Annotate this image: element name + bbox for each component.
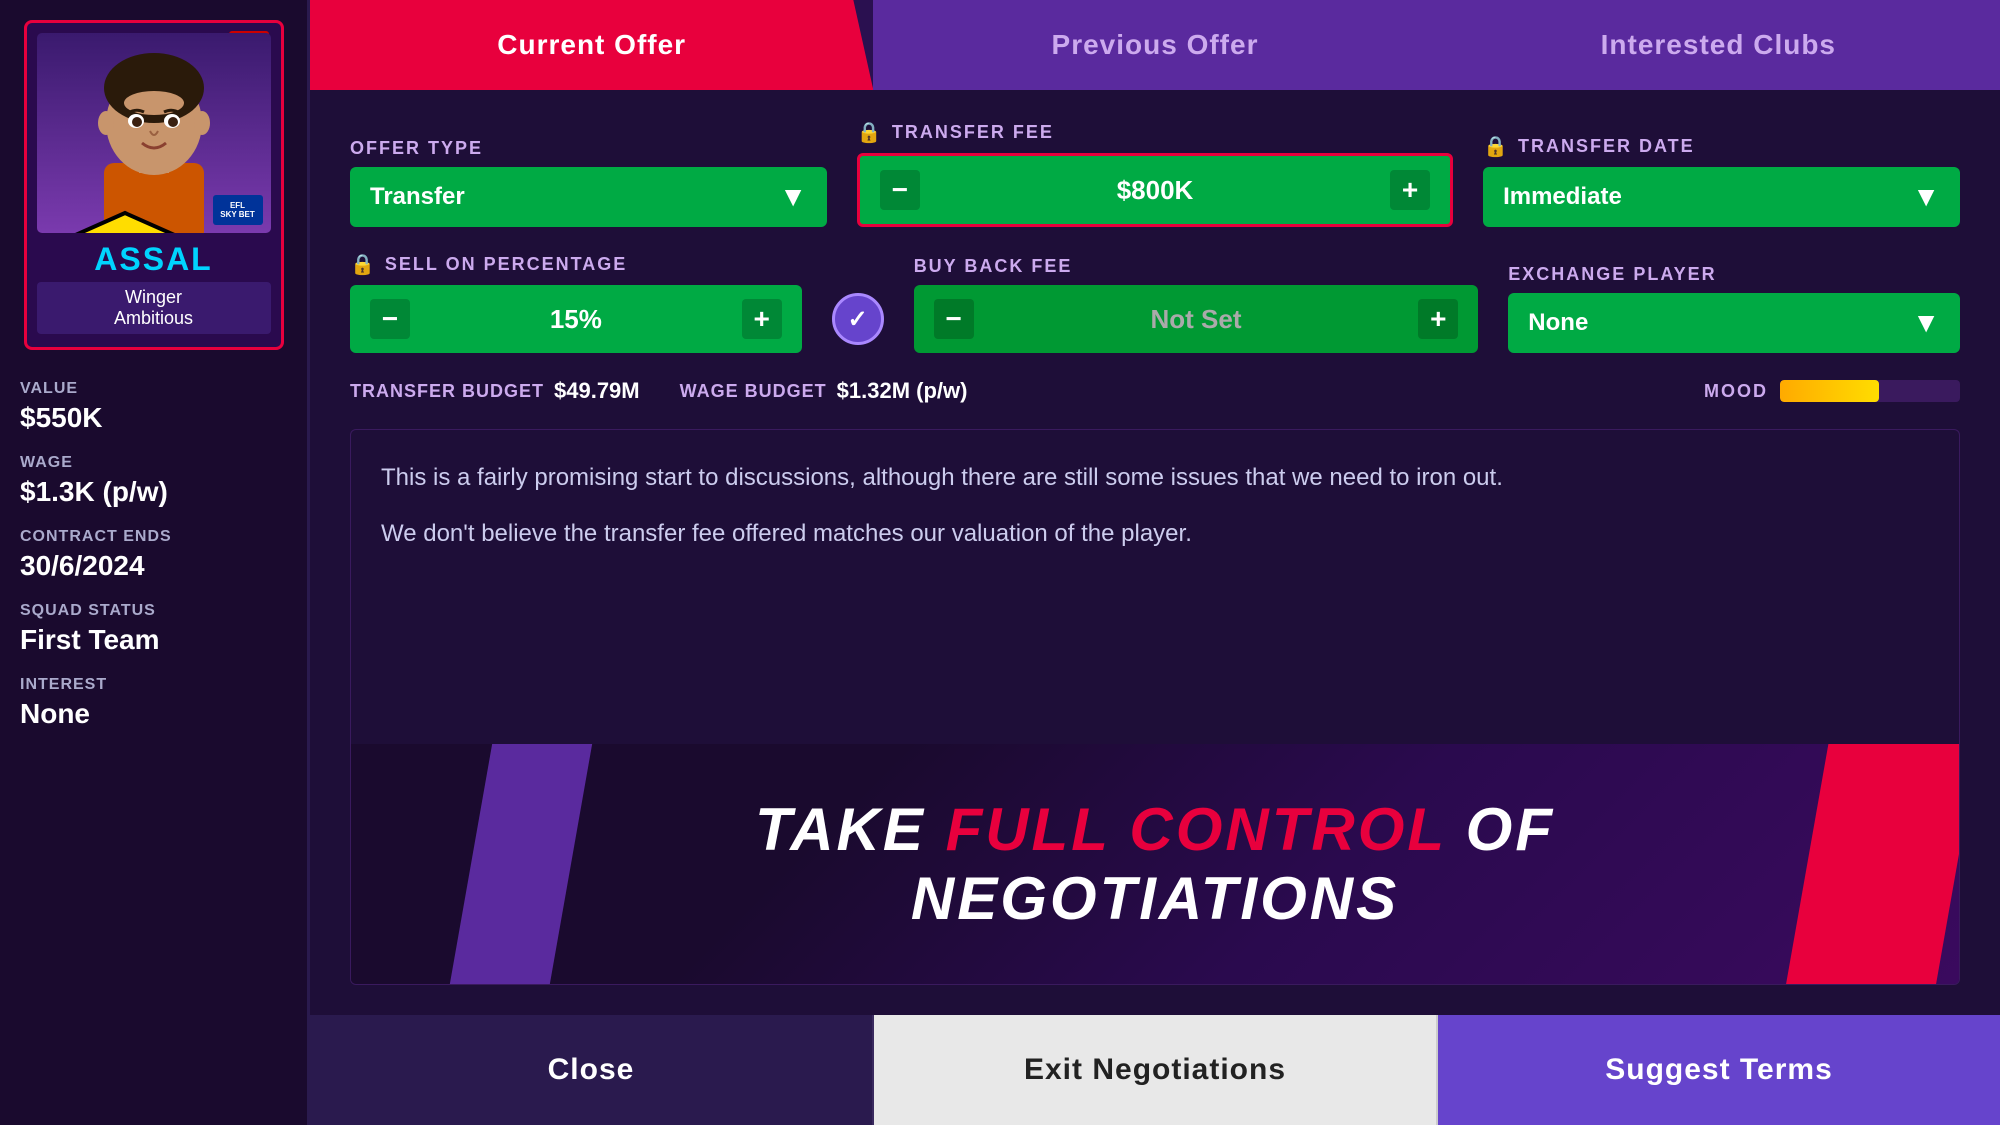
player-photo: AFC EFLSKY BET	[37, 33, 271, 233]
buy-back-minus[interactable]: −	[934, 299, 974, 339]
wage-budget: WAGE BUDGET $1.32M (p/w)	[680, 378, 968, 404]
negotiation-line-1: This is a fairly promising start to disc…	[381, 460, 1929, 496]
offer-type-select[interactable]: Transfer ▼	[350, 167, 827, 227]
buy-back-value: Not Set	[974, 304, 1419, 335]
buy-back-checkbox[interactable]	[832, 293, 884, 345]
interest-group: INTEREST None	[20, 676, 287, 730]
sell-on-stepper: − 15% +	[350, 285, 802, 353]
transfer-budget-label: TRANSFER BUDGET	[350, 381, 544, 402]
buy-back-plus[interactable]: +	[1418, 299, 1458, 339]
buy-back-label: BUY BACK FEE	[914, 256, 1479, 277]
bottom-buttons: Close Exit Negotiations Suggest Terms	[310, 1015, 2000, 1125]
offer-type-field: OFFER TYPE Transfer ▼	[350, 138, 827, 227]
contract-group: CONTRACT ENDS 30/6/2024	[20, 528, 287, 582]
exchange-player-select[interactable]: None ▼	[1508, 293, 1960, 353]
interest-label: INTEREST	[20, 676, 287, 694]
transfer-date-label: 🔒 TRANSFER DATE	[1483, 134, 1960, 159]
transfer-budget: TRANSFER BUDGET $49.79M	[350, 378, 640, 404]
lock-icon-3: 🔒	[350, 252, 377, 277]
buy-back-stepper: − Not Set +	[914, 285, 1479, 353]
transfer-date-select[interactable]: Immediate ▼	[1483, 167, 1960, 227]
tab-previous-offer[interactable]: Previous Offer	[873, 0, 1436, 90]
player-card: 10	[24, 20, 284, 350]
offer-row-2: 🔒 SELL ON PERCENTAGE − 15% + BUY BACK FE…	[350, 252, 1960, 353]
transfer-fee-label: 🔒 TRANSFER FEE	[857, 120, 1453, 145]
sell-on-label: 🔒 SELL ON PERCENTAGE	[350, 252, 802, 277]
tab-current-offer[interactable]: Current Offer	[310, 0, 873, 90]
promo-banner: TAKE FULL CONTROL OF NEGOTIATIONS	[351, 744, 1959, 984]
value-label: VALUE	[20, 380, 287, 398]
value-value: $550K	[20, 402, 287, 434]
tabs-bar: Current Offer Previous Offer Interested …	[310, 0, 2000, 90]
chevron-down-icon-3: ▼	[1912, 307, 1940, 339]
wage-budget-value: $1.32M (p/w)	[837, 378, 968, 404]
transfer-fee-field: 🔒 TRANSFER FEE − $800K +	[857, 120, 1453, 227]
promo-text: TAKE FULL CONTROL OF NEGOTIATIONS	[755, 795, 1555, 933]
promo-chevron-left	[446, 744, 595, 984]
transfer-date-field: 🔒 TRANSFER DATE Immediate ▼	[1483, 134, 1960, 227]
buy-back-toggle	[832, 293, 884, 353]
suggest-terms-button[interactable]: Suggest Terms	[1438, 1015, 2000, 1125]
lock-icon: 🔒	[857, 120, 884, 145]
mood-container: MOOD	[1704, 380, 1960, 402]
lock-icon-2: 🔒	[1483, 134, 1510, 159]
squad-group: SQUAD STATUS First Team	[20, 602, 287, 656]
buy-back-field: BUY BACK FEE − Not Set +	[914, 256, 1479, 353]
wage-group: WAGE $1.3K (p/w)	[20, 454, 287, 508]
chevron-down-icon: ▼	[779, 181, 807, 213]
exchange-player-field: EXCHANGE PLAYER None ▼	[1508, 264, 1960, 353]
player-role: Winger Ambitious	[37, 282, 271, 334]
exit-negotiations-button[interactable]: Exit Negotiations	[874, 1015, 1438, 1125]
content-area: OFFER TYPE Transfer ▼ 🔒 TRANSFER FEE − $…	[310, 90, 2000, 1015]
interest-value: None	[20, 698, 287, 730]
exchange-player-label: EXCHANGE PLAYER	[1508, 264, 1960, 285]
budget-row: TRANSFER BUDGET $49.79M WAGE BUDGET $1.3…	[350, 378, 1960, 404]
promo-chevron-right	[1783, 744, 1959, 984]
value-group: VALUE $550K	[20, 380, 287, 434]
negotiation-text-area: This is a fairly promising start to disc…	[350, 429, 1960, 985]
transfer-budget-value: $49.79M	[554, 378, 640, 404]
wage-label: WAGE	[20, 454, 287, 472]
sell-on-plus[interactable]: +	[742, 299, 782, 339]
left-panel: 10	[0, 0, 310, 1125]
mood-label: MOOD	[1704, 381, 1768, 402]
offer-row-1: OFFER TYPE Transfer ▼ 🔒 TRANSFER FEE − $…	[350, 120, 1960, 227]
mood-bar-background	[1780, 380, 1960, 402]
chevron-down-icon-2: ▼	[1912, 181, 1940, 213]
negotiation-line-2: We don't believe the transfer fee offere…	[381, 516, 1929, 552]
wage-budget-label: WAGE BUDGET	[680, 381, 827, 402]
transfer-fee-stepper: − $800K +	[857, 153, 1453, 227]
transfer-fee-minus[interactable]: −	[880, 170, 920, 210]
contract-label: CONTRACT ENDS	[20, 528, 287, 546]
sell-on-minus[interactable]: −	[370, 299, 410, 339]
contract-value: 30/6/2024	[20, 550, 287, 582]
squad-label: SQUAD STATUS	[20, 602, 287, 620]
player-name: ASSAL	[37, 241, 271, 278]
transfer-fee-value: $800K	[920, 175, 1390, 206]
squad-value: First Team	[20, 624, 287, 656]
wage-value: $1.3K (p/w)	[20, 476, 287, 508]
promo-line-1: TAKE FULL CONTROL OF	[755, 795, 1555, 864]
mood-bar-fill	[1780, 380, 1879, 402]
sell-on-field: 🔒 SELL ON PERCENTAGE − 15% +	[350, 252, 802, 353]
right-panel: Current Offer Previous Offer Interested …	[310, 0, 2000, 1125]
player-trait: Ambitious	[47, 308, 261, 329]
tab-interested-clubs[interactable]: Interested Clubs	[1437, 0, 2000, 90]
club-badge: AFC	[45, 185, 85, 225]
offer-type-label: OFFER TYPE	[350, 138, 827, 159]
sell-on-value: 15%	[410, 304, 742, 335]
league-badge: EFLSKY BET	[213, 195, 263, 225]
transfer-fee-plus[interactable]: +	[1390, 170, 1430, 210]
close-button[interactable]: Close	[310, 1015, 874, 1125]
player-position: Winger	[47, 287, 261, 308]
promo-line-2: NEGOTIATIONS	[755, 864, 1555, 933]
